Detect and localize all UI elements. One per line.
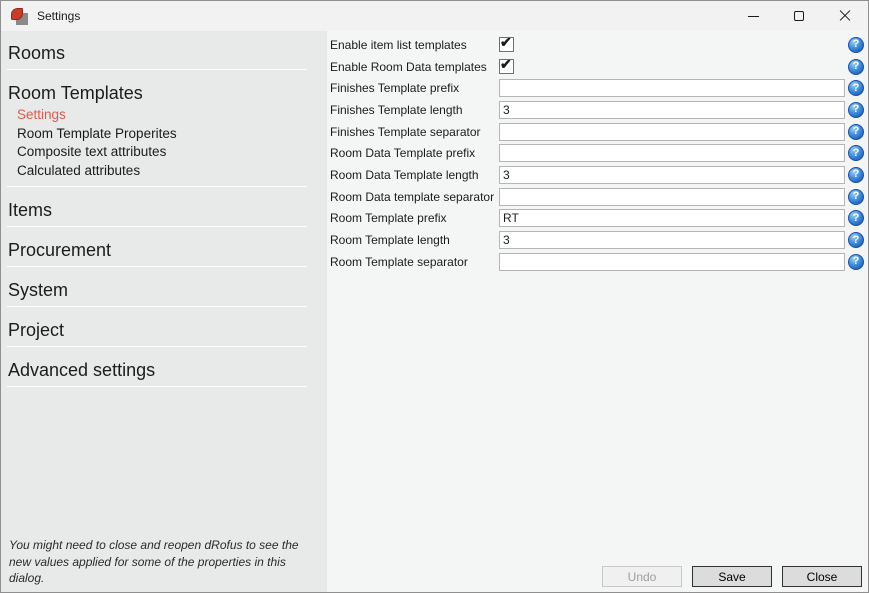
window-title: Settings xyxy=(37,9,80,23)
help-icon[interactable]: ? xyxy=(848,59,864,75)
field-label: Room Template separator xyxy=(330,255,499,269)
help-icon[interactable]: ? xyxy=(848,37,864,53)
form-row-finishes-template-prefix: Finishes Template prefix ? xyxy=(330,77,864,99)
sidebar-section-advanced-settings: Advanced settings xyxy=(1,360,327,387)
finishes-template-prefix-input[interactable] xyxy=(499,79,845,97)
minimize-button[interactable] xyxy=(730,1,776,31)
sidebar-section-project: Project xyxy=(1,320,327,347)
sidebar-item-advanced-settings[interactable]: Advanced settings xyxy=(1,360,327,381)
room-templates-subitems: Settings Room Template Properites Compos… xyxy=(1,104,327,181)
room-data-template-length-input[interactable] xyxy=(499,166,845,184)
close-dialog-button[interactable]: Close xyxy=(782,566,862,587)
form-row-room-template-separator: Room Template separator ? xyxy=(330,251,864,273)
field-label: Enable Room Data templates xyxy=(330,60,499,74)
field-label: Enable item list templates xyxy=(330,38,499,52)
help-icon[interactable]: ? xyxy=(848,210,864,226)
restart-note: You might need to close and reopen dRofu… xyxy=(9,537,299,587)
room-data-template-prefix-input[interactable] xyxy=(499,144,845,162)
form-row-room-data-template-prefix: Room Data Template prefix ? xyxy=(330,142,864,164)
form-row-enable-item-list-templates: Enable item list templates ✔ ? xyxy=(330,34,864,56)
field-label: Room Data template separator xyxy=(330,190,499,204)
close-button[interactable] xyxy=(822,1,868,31)
help-icon[interactable]: ? xyxy=(848,124,864,140)
sidebar-section-system: System xyxy=(1,280,327,307)
sidebar-section-procurement: Procurement xyxy=(1,240,327,267)
maximize-button[interactable] xyxy=(776,1,822,31)
settings-sidebar: Rooms Room Templates Settings Room Templ… xyxy=(1,31,327,593)
sidebar-separator xyxy=(7,186,307,187)
sidebar-item-settings[interactable]: Settings xyxy=(1,106,327,125)
help-icon[interactable]: ? xyxy=(848,232,864,248)
field-label: Finishes Template separator xyxy=(330,125,499,139)
field-label: Room Template length xyxy=(330,233,499,247)
sidebar-item-calculated-attributes[interactable]: Calculated attributes xyxy=(1,162,327,181)
finishes-template-length-input[interactable] xyxy=(499,101,845,119)
window-controls xyxy=(730,1,868,31)
field-label: Room Data Template prefix xyxy=(330,146,499,160)
help-icon[interactable]: ? xyxy=(848,145,864,161)
sidebar-separator xyxy=(7,386,307,387)
field-label: Finishes Template prefix xyxy=(330,81,499,95)
finishes-template-separator-input[interactable] xyxy=(499,123,845,141)
minimize-icon xyxy=(748,16,759,17)
sidebar-section-rooms: Rooms xyxy=(1,43,327,70)
form-row-finishes-template-separator: Finishes Template separator ? xyxy=(330,121,864,143)
sidebar-separator xyxy=(7,306,307,307)
close-icon xyxy=(839,10,851,22)
form-row-room-data-template-separator: Room Data template separator ? xyxy=(330,186,864,208)
sidebar-item-rooms[interactable]: Rooms xyxy=(1,43,327,64)
form-row-enable-room-data-templates: Enable Room Data templates ✔ ? xyxy=(330,56,864,78)
sidebar-item-procurement[interactable]: Procurement xyxy=(1,240,327,261)
field-label: Room Template prefix xyxy=(330,211,499,225)
field-label: Finishes Template length xyxy=(330,103,499,117)
form-row-room-template-length: Room Template length ? xyxy=(330,229,864,251)
sidebar-item-items[interactable]: Items xyxy=(1,200,327,221)
undo-button[interactable]: Undo xyxy=(602,566,682,587)
sidebar-separator xyxy=(7,266,307,267)
help-icon[interactable]: ? xyxy=(848,167,864,183)
room-template-separator-input[interactable] xyxy=(499,253,845,271)
sidebar-item-system[interactable]: System xyxy=(1,280,327,301)
drofus-app-icon xyxy=(11,8,28,25)
settings-form-panel: Enable item list templates ✔ ? Enable Ro… xyxy=(327,31,868,593)
room-data-template-separator-input[interactable] xyxy=(499,188,845,206)
maximize-icon xyxy=(794,11,804,21)
checkmark-icon: ✔ xyxy=(500,56,512,73)
enable-item-list-templates-checkbox[interactable]: ✔ xyxy=(499,37,514,52)
help-icon[interactable]: ? xyxy=(848,80,864,96)
form-row-finishes-template-length: Finishes Template length ? xyxy=(330,99,864,121)
sidebar-item-project[interactable]: Project xyxy=(1,320,327,341)
sidebar-item-composite-text-attributes[interactable]: Composite text attributes xyxy=(1,143,327,162)
dialog-button-row: Undo Save Close xyxy=(602,566,862,587)
sidebar-separator xyxy=(7,346,307,347)
sidebar-separator xyxy=(7,69,307,70)
settings-dialog: Settings Rooms Room Templates Settings R… xyxy=(0,0,869,593)
field-label: Room Data Template length xyxy=(330,168,499,182)
sidebar-section-items: Items xyxy=(1,200,327,227)
help-icon[interactable]: ? xyxy=(848,254,864,270)
help-icon[interactable]: ? xyxy=(848,189,864,205)
sidebar-section-room-templates: Room Templates Settings Room Template Pr… xyxy=(1,83,327,187)
enable-room-data-templates-checkbox[interactable]: ✔ xyxy=(499,59,514,74)
form-row-room-template-prefix: Room Template prefix ? xyxy=(330,208,864,230)
checkmark-icon: ✔ xyxy=(500,34,512,51)
title-bar: Settings xyxy=(1,1,868,31)
sidebar-item-room-templates[interactable]: Room Templates xyxy=(1,83,327,104)
form-row-room-data-template-length: Room Data Template length ? xyxy=(330,164,864,186)
help-icon[interactable]: ? xyxy=(848,102,864,118)
room-template-prefix-input[interactable] xyxy=(499,209,845,227)
room-template-length-input[interactable] xyxy=(499,231,845,249)
sidebar-item-room-template-properties[interactable]: Room Template Properites xyxy=(1,125,327,144)
save-button[interactable]: Save xyxy=(692,566,772,587)
sidebar-separator xyxy=(7,226,307,227)
